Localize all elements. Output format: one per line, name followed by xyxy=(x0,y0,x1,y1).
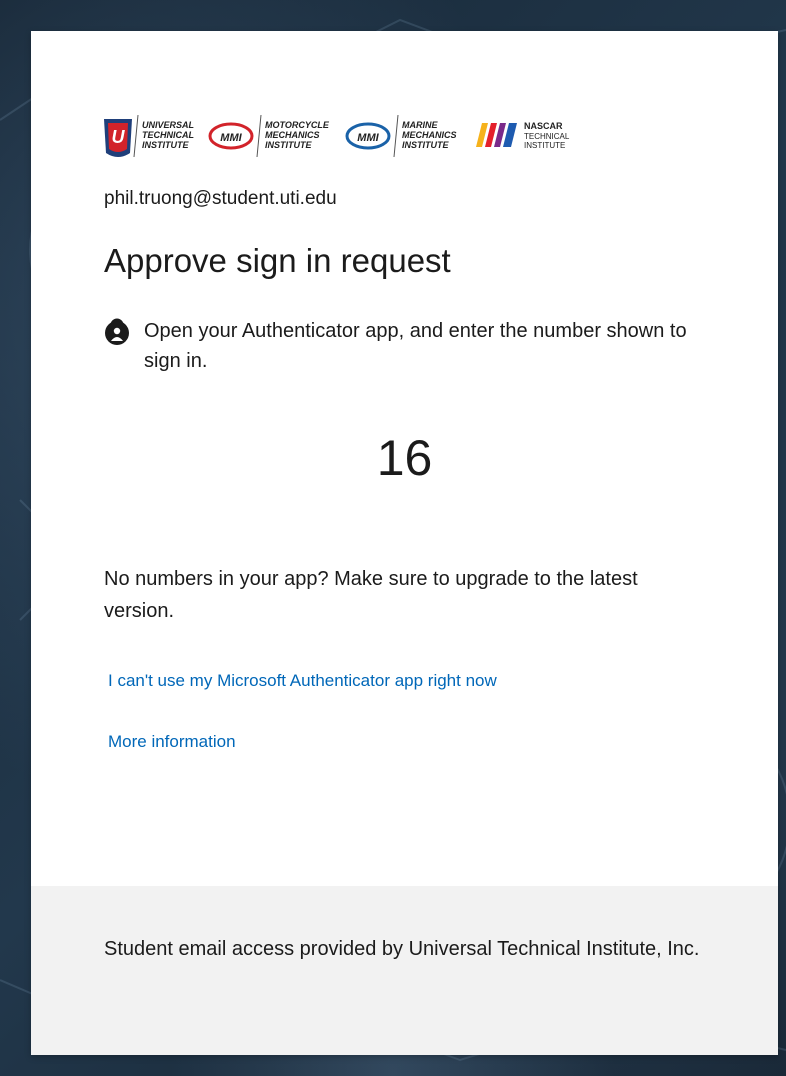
uti-logo-line-3: INSTITUTE xyxy=(142,140,189,150)
upgrade-text: No numbers in your app? Make sure to upg… xyxy=(104,568,638,622)
mmi-marine-logo-icon: MMI MARINE MECHANICS INSTITUTE xyxy=(345,114,457,158)
uti-logo-line-2: TECHNICAL xyxy=(142,130,194,140)
footer-banner: Student email access provided by Univers… xyxy=(31,886,778,1055)
account-username: phil.truong@student.uti.edu xyxy=(104,188,337,209)
uti-logo-icon: U UNIVERSAL TECHNICAL INSTITUTE xyxy=(104,114,194,158)
marine-logo-line-1: MARINE xyxy=(402,120,438,130)
marine-logo-line-2: MECHANICS xyxy=(402,130,457,140)
footer-text: Student email access provided by Univers… xyxy=(104,938,700,960)
sign-in-card: U UNIVERSAL TECHNICAL INSTITUTE MMI MOTO… xyxy=(31,31,778,1055)
mmi-marine-badge-text: MMI xyxy=(357,132,379,144)
motorcycle-logo-line-3: INSTITUTE xyxy=(265,140,312,150)
page-title: Approve sign in request xyxy=(104,242,451,279)
verification-number: 16 xyxy=(376,430,433,486)
nascar-logo-line-2: TECHNICAL xyxy=(524,132,570,141)
school-logos: U UNIVERSAL TECHNICAL INSTITUTE MMI MOTO… xyxy=(104,114,570,158)
mmi-badge-text: MMI xyxy=(220,132,242,144)
motorcycle-logo-line-2: MECHANICS xyxy=(265,130,320,140)
svg-text:U: U xyxy=(112,127,126,147)
nascar-logo-line-3: INSTITUTE xyxy=(524,141,565,150)
lock-person-icon xyxy=(105,318,129,345)
instruction-row: Open your Authenticator app, and enter t… xyxy=(104,316,704,376)
uti-logo-line-1: UNIVERSAL xyxy=(142,120,194,130)
motorcycle-logo-line-1: MOTORCYCLE xyxy=(265,120,330,130)
nascar-logo-line-1: NASCAR xyxy=(524,121,563,131)
marine-logo-line-3: INSTITUTE xyxy=(402,140,449,150)
instruction-text: Open your Authenticator app, and enter t… xyxy=(144,320,687,372)
cant-use-authenticator-link[interactable]: I can't use my Microsoft Authenticator a… xyxy=(108,671,497,691)
nascar-logo-icon: NASCAR TECHNICAL INSTITUTE xyxy=(476,121,570,150)
more-information-link[interactable]: More information xyxy=(108,732,236,752)
mmi-motorcycle-logo-icon: MMI MOTORCYCLE MECHANICS INSTITUTE xyxy=(208,114,330,158)
